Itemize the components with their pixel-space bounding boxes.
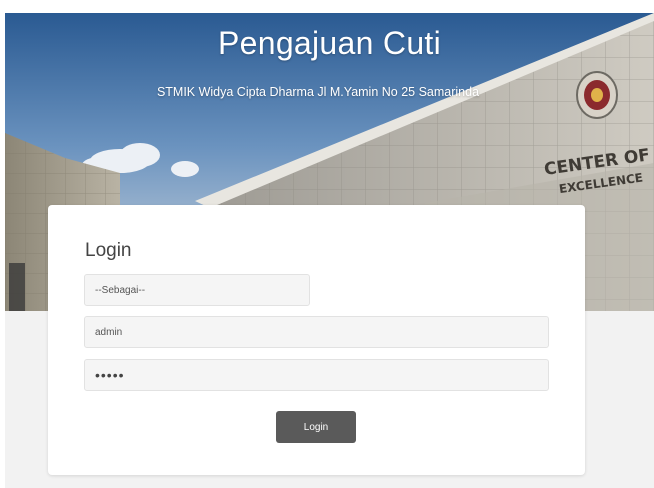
page-subtitle: STMIK Widya Cipta Dharma Jl M.Yamin No 2… xyxy=(156,85,480,99)
login-button[interactable]: Login xyxy=(276,411,356,443)
login-card: Login --Sebagai-- admin ••••• Login xyxy=(48,205,585,475)
password-input[interactable]: ••••• xyxy=(84,359,549,391)
page-title: Pengajuan Cuti xyxy=(217,25,442,61)
role-select[interactable]: --Sebagai-- xyxy=(84,274,310,306)
username-input[interactable]: admin xyxy=(84,316,549,348)
login-title: Login xyxy=(85,240,132,261)
page: CENTER OF EXCELLENCE Pengajuan Cuti STMI… xyxy=(0,0,654,488)
